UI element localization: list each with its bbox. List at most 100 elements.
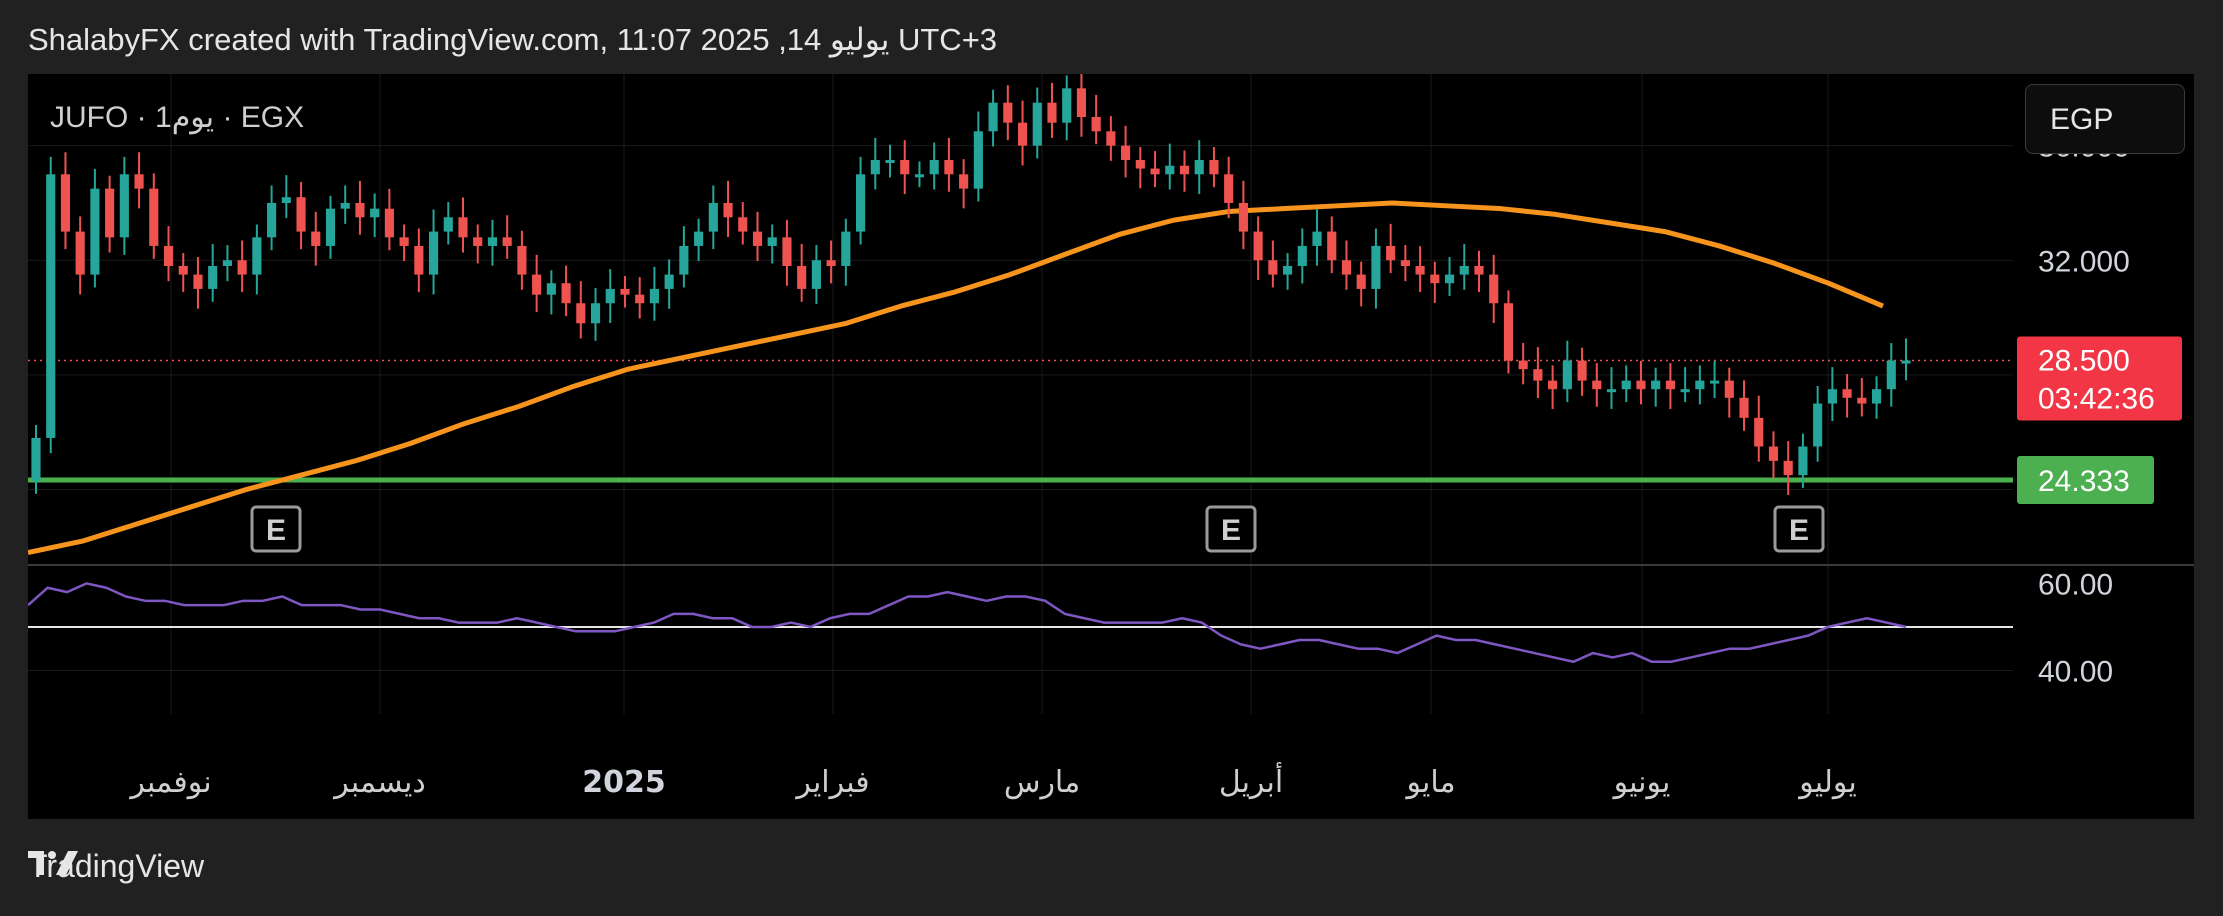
candle-body [1297, 245, 1307, 266]
candle-body [1680, 389, 1690, 393]
candle-body [1209, 159, 1219, 175]
chart-header: ShalabyFX created with TradingView.com, … [28, 22, 998, 57]
candle-body [311, 231, 321, 246]
candle-body [267, 202, 277, 238]
candle-body [1076, 88, 1086, 117]
candle-body [1724, 380, 1734, 398]
y-tick-label: 32.000 [2038, 245, 2130, 278]
candle-body [797, 265, 807, 289]
candle-body [1621, 380, 1631, 390]
candle-body [31, 437, 41, 481]
earnings-marker-label: E [1789, 514, 1809, 547]
x-tick-label: مارس [1004, 765, 1080, 800]
x-tick-label: نوفمبر [128, 765, 211, 800]
x-tick-label: أبريل [1219, 761, 1283, 800]
candle-body [1592, 380, 1602, 390]
candle-body [870, 159, 880, 175]
candle-body [1312, 231, 1322, 246]
candle-body [546, 283, 556, 295]
candle-body [60, 174, 71, 232]
candle-body [1813, 403, 1823, 447]
x-tick-label: فبراير [794, 765, 869, 800]
candle-body [1459, 265, 1469, 275]
candle-body [1194, 159, 1204, 175]
candle-body [384, 208, 394, 238]
candle-body [532, 274, 542, 295]
candle-body [1754, 417, 1764, 447]
candle-body [914, 174, 925, 178]
x-tick-label: ديسمبر [332, 765, 425, 800]
candle-body [1268, 260, 1278, 275]
candle-body [1135, 159, 1145, 169]
tradingview-logo-icon [28, 851, 78, 875]
candle-body [811, 260, 821, 289]
candle-body [1798, 446, 1808, 476]
candle-body [355, 202, 365, 218]
candle-body [664, 274, 674, 289]
candle-body [1400, 260, 1410, 266]
candle-body [487, 237, 498, 246]
candle-body [325, 208, 336, 246]
candle-body [75, 231, 85, 275]
candle-body [1283, 265, 1293, 275]
support-price-value: 24.333 [2038, 465, 2130, 498]
x-tick-label: مايو [1404, 765, 1455, 800]
candle-body [517, 245, 527, 275]
candle-body [856, 174, 866, 232]
candle-body [1577, 360, 1587, 381]
candle-body [1430, 274, 1440, 284]
candle-body [1165, 165, 1175, 175]
candle-body [1842, 389, 1852, 398]
candle-body [1651, 380, 1661, 390]
candle-body [222, 260, 232, 266]
candle-body [428, 231, 439, 275]
candle-body [1901, 360, 1911, 364]
candle-body [1474, 265, 1484, 275]
candle-body [708, 202, 718, 232]
candle-body [694, 231, 704, 246]
candle-body [1548, 380, 1558, 390]
candle-body [1062, 88, 1072, 123]
candle-body [576, 303, 586, 324]
candle-body [46, 174, 56, 438]
candle-body [1710, 380, 1720, 384]
candle-body [738, 217, 748, 232]
candle-body [973, 131, 983, 189]
chart-svg[interactable]: EEE36.00032.00060.0040.0028.50003:42:362… [28, 74, 2194, 819]
currency-button[interactable]: EGP [2025, 84, 2185, 154]
candle-body [399, 237, 409, 246]
candle-body [1371, 245, 1381, 289]
footer: TradingView [28, 848, 204, 885]
candle-body [119, 174, 129, 238]
candle-body [1179, 165, 1190, 175]
candle-body [1150, 168, 1160, 175]
earnings-marker-label: E [1221, 514, 1241, 547]
candle-body [178, 265, 188, 275]
candle-body [1121, 145, 1131, 160]
candle-body [605, 288, 615, 304]
candle-body [1695, 380, 1705, 390]
candle-body [885, 159, 895, 163]
rsi-y-tick-label: 60.00 [2038, 568, 2113, 601]
candle-body [1768, 446, 1779, 461]
candle-body [443, 217, 453, 232]
x-tick-label: يونيو [1612, 765, 1671, 800]
current-price-countdown: 03:42:36 [2038, 383, 2155, 416]
candle-body [208, 265, 218, 289]
candle-body [1032, 102, 1042, 146]
candle-body [1739, 397, 1749, 418]
candle-body [502, 237, 512, 246]
candle-body [1503, 303, 1514, 361]
candle-body [281, 197, 291, 203]
candle-body [1341, 260, 1352, 275]
candle-body [1047, 102, 1057, 123]
candle-body [1224, 174, 1234, 203]
candle-body [959, 174, 969, 189]
candle-body [1386, 245, 1396, 261]
candle-body [620, 288, 630, 295]
candle-body [590, 303, 601, 324]
candle-body [929, 159, 939, 175]
chart-frame[interactable]: EEE36.00032.00060.0040.0028.50003:42:362… [28, 74, 2194, 819]
candle-body [1253, 231, 1263, 261]
candle-body [296, 197, 306, 232]
